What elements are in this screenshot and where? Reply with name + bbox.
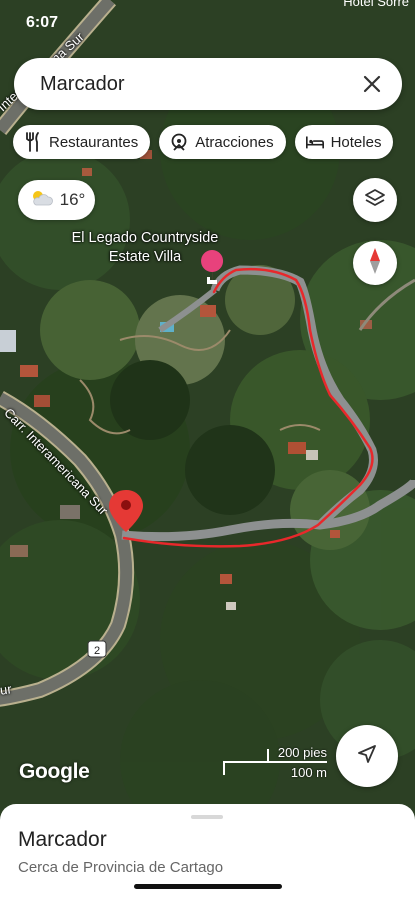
place-label[interactable]: El Legado Countryside Estate Villa	[40, 229, 250, 267]
search-bar[interactable]: Marcador	[14, 58, 402, 110]
scale-bar: 200 pies 100 m	[223, 745, 327, 781]
chip-atracciones[interactable]: Atracciones	[159, 125, 286, 159]
search-query[interactable]: Marcador	[40, 73, 350, 96]
weather-temp: 16°	[59, 190, 86, 209]
home-indicator[interactable]	[134, 884, 282, 889]
attractions-icon	[169, 132, 189, 152]
my-location-button[interactable]	[336, 725, 398, 787]
layers-button[interactable]	[353, 178, 397, 222]
layers-icon	[364, 187, 386, 214]
chip-restaurantes[interactable]: Restaurantes	[13, 125, 151, 159]
scale-metric: 100 m	[290, 765, 327, 780]
compass-button[interactable]	[353, 241, 397, 285]
sheet-drag-handle[interactable]	[191, 815, 223, 819]
google-logo: Google	[19, 760, 90, 783]
status-time: 6:07	[26, 14, 59, 31]
route-shield-number: 2	[94, 645, 100, 657]
chip-label: Atracciones	[195, 133, 274, 151]
bed-icon	[305, 132, 325, 152]
place-label-line1: El Legado Countryside	[71, 230, 219, 246]
navigation-arrow-icon	[356, 743, 378, 770]
chip-label: Restaurantes	[49, 133, 139, 151]
status-nearby-label: Hotel Sorre	[343, 0, 409, 9]
compass-icon	[367, 247, 383, 280]
close-icon[interactable]	[350, 62, 394, 106]
sheet-subtitle: Cerca de Provincia de Cartago	[18, 859, 224, 876]
sheet-title: Marcador	[18, 828, 107, 851]
chip-label: Hoteles	[330, 133, 382, 151]
fork-knife-icon	[23, 132, 43, 152]
scale-imperial: 200 pies	[277, 745, 327, 760]
chip-hoteles[interactable]: Hoteles	[294, 125, 394, 159]
category-chips: Restaurantes Atracciones Hoteles	[13, 125, 394, 159]
road-label-interamericana-bottom: ur	[0, 681, 13, 698]
partly-cloudy-icon	[28, 188, 54, 213]
place-label-line2: Estate Villa	[108, 249, 182, 265]
weather-badge[interactable]: 16°	[18, 180, 95, 220]
